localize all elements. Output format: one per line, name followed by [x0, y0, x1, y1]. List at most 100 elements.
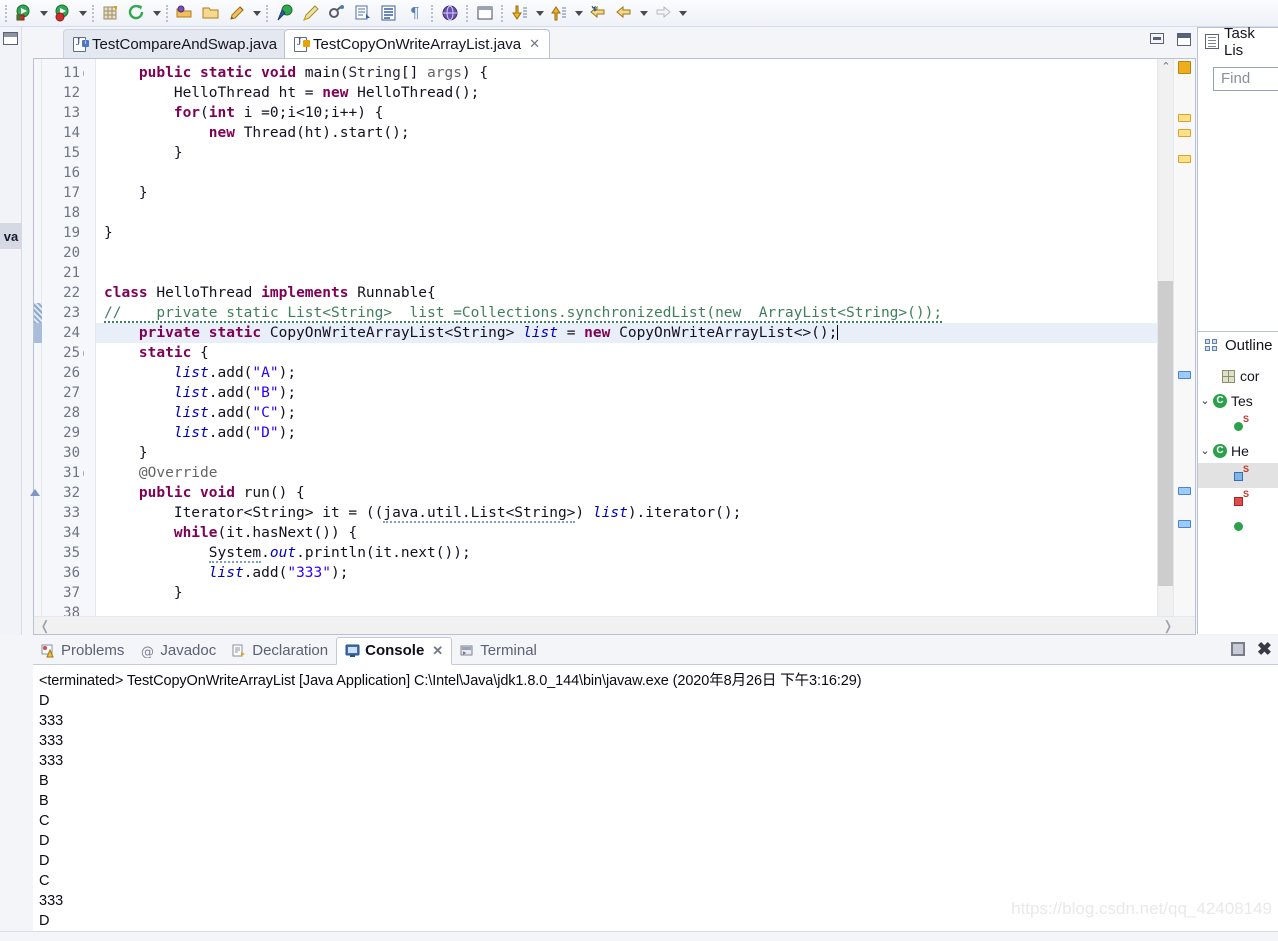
back-dropdown-arrow[interactable] [637, 1, 650, 25]
scrollbar-thumb[interactable] [1158, 281, 1174, 586]
code-line[interactable]: @Override [96, 463, 1157, 483]
code-line[interactable]: // private static List<String> list =Col… [96, 303, 1157, 323]
warning-marker[interactable] [1178, 155, 1191, 163]
scroll-left-icon[interactable]: ❬ [36, 617, 54, 635]
debug-button[interactable] [50, 1, 76, 25]
code-line[interactable]: static { [96, 343, 1157, 363]
outline-row[interactable]: ⌄ C Tes [1198, 388, 1278, 413]
occurrence-marker[interactable] [1178, 487, 1191, 495]
editor-horizontal-scrollbar[interactable]: ❬ ❭ [34, 616, 1195, 634]
close-console-button[interactable]: ✖ [1257, 640, 1272, 658]
outline-row[interactable]: cor [1198, 363, 1278, 388]
minimize-console-button[interactable] [1230, 642, 1245, 656]
restore-view-icon[interactable] [3, 32, 18, 45]
new-class-icon[interactable] [98, 1, 124, 25]
close-icon[interactable]: ✕ [529, 36, 540, 52]
console-tab-terminal[interactable]: Terminal [452, 637, 545, 665]
code-line[interactable] [96, 243, 1157, 263]
editor-tab-testcompareandswap[interactable]: i TestCompareAndSwap.java [63, 29, 288, 59]
outline-tree[interactable]: cor ⌄ C Tes S ⌄ C He S S [1198, 359, 1278, 538]
scroll-right-icon[interactable]: ❭ [1159, 617, 1177, 635]
pilcrow-icon[interactable]: ¶ [402, 1, 428, 25]
tree-twisty-icon[interactable]: ⌄ [1198, 394, 1212, 407]
code-line[interactable]: list.add("B"); [96, 383, 1157, 403]
code-token: ); [331, 565, 349, 581]
code-line[interactable]: } [96, 443, 1157, 463]
occurrence-marker[interactable] [1178, 371, 1191, 379]
previous-edit-dropdown-arrow[interactable] [533, 1, 546, 25]
overview-ruler[interactable] [1173, 59, 1195, 634]
warning-marker[interactable] [1178, 114, 1191, 122]
code-line[interactable]: class HelloThread implements Runnable{ [96, 283, 1157, 303]
console-tab-javadoc[interactable]: @ Javadoc [132, 637, 224, 665]
up-arrow-icon[interactable] [546, 1, 572, 25]
code-line[interactable]: } [96, 143, 1157, 163]
scroll-up-icon[interactable]: ⌃ [1158, 59, 1174, 76]
open-folder-icon[interactable] [172, 1, 198, 25]
back-arrow-star-icon[interactable] [585, 1, 611, 25]
code-line[interactable]: for(int i =0;i<10;i++) { [96, 103, 1157, 123]
close-icon[interactable]: ✕ [432, 643, 443, 659]
code-line[interactable]: Iterator<String> it = ((java.util.List<S… [96, 503, 1157, 523]
code-line[interactable]: public void run() { [96, 483, 1157, 503]
editor-vertical-scrollbar[interactable]: ⌃ ⌄ [1157, 59, 1174, 634]
outline-row[interactable]: S [1198, 413, 1278, 438]
annotation-icon[interactable] [272, 1, 298, 25]
code-text[interactable]: public static void main(String[] args) {… [96, 59, 1157, 634]
brush-icon[interactable] [298, 1, 324, 25]
code-line[interactable]: System.out.println(it.next()); [96, 543, 1157, 563]
outline-row[interactable]: S [1198, 488, 1278, 513]
external-tools-icon[interactable] [124, 1, 150, 25]
warning-marker[interactable] [1178, 129, 1191, 137]
code-line[interactable]: } [96, 223, 1157, 243]
minimize-editor-button[interactable] [1150, 33, 1164, 44]
code-line[interactable] [96, 163, 1157, 183]
run-dropdown-arrow[interactable] [37, 1, 50, 25]
tree-twisty-icon[interactable]: ⌄ [1198, 444, 1212, 457]
code-line[interactable]: list.add("333"); [96, 563, 1157, 583]
code-line[interactable]: while(it.hasNext()) { [96, 523, 1157, 543]
debug-dropdown-arrow[interactable] [76, 1, 89, 25]
code-line[interactable]: list.add("A"); [96, 363, 1157, 383]
code-line[interactable]: list.add("D"); [96, 423, 1157, 443]
task-find-input[interactable]: Find [1213, 67, 1278, 91]
editor-tab-testcopyonwritearraylist[interactable]: TestCopyOnWriteArrayList.java ✕ [284, 29, 551, 59]
code-editor[interactable]: 11 12 13 14 15 16 17 18 19 20 21 22 23 24 25 26 27 28 29 30… [30, 58, 1196, 635]
search-small-icon[interactable] [324, 1, 350, 25]
pencil-icon[interactable] [224, 1, 250, 25]
down-arrow-icon[interactable] [507, 1, 533, 25]
outline-row[interactable]: ⌄ C He [1198, 438, 1278, 463]
code-line[interactable]: } [96, 583, 1157, 603]
task-list-tab[interactable]: Task Lis [1197, 25, 1278, 59]
next-edit-dropdown-arrow[interactable] [572, 1, 585, 25]
forward-arrow-icon[interactable] [650, 1, 676, 25]
outline-row[interactable]: S [1198, 463, 1278, 488]
console-tab-problems[interactable]: Problems [33, 637, 132, 665]
console-tab-console[interactable]: Console ✕ [336, 636, 453, 665]
folder-icon[interactable] [198, 1, 224, 25]
outline-tab[interactable]: Outline [1197, 331, 1278, 359]
mark-occurrences-icon[interactable] [350, 1, 376, 25]
occurrence-marker[interactable] [1178, 520, 1191, 528]
console-tab-declaration[interactable]: Declaration [224, 637, 336, 665]
quick-fix-dropdown-arrow[interactable] [250, 1, 263, 25]
code-line[interactable]: list.add("C"); [96, 403, 1157, 423]
globe-icon[interactable] [437, 1, 463, 25]
outline-row[interactable] [1198, 513, 1278, 538]
code-line[interactable]: HelloThread ht = new HelloThread(); [96, 83, 1157, 103]
whitespace-icon[interactable] [376, 1, 402, 25]
code-line[interactable] [96, 263, 1157, 283]
code-line[interactable]: new Thread(ht).start(); [96, 123, 1157, 143]
code-line[interactable]: public static void main(String[] args) { [96, 63, 1157, 83]
forward-dropdown-arrow[interactable] [676, 1, 689, 25]
back-arrow-icon[interactable] [611, 1, 637, 25]
warning-marker[interactable] [1178, 61, 1191, 74]
code-line[interactable]: private static CopyOnWriteArrayList<Stri… [96, 323, 1157, 343]
code-line[interactable] [96, 203, 1157, 223]
collapsed-package-explorer-tab[interactable]: va [0, 223, 22, 249]
run-button[interactable] [11, 1, 37, 25]
external-tools-dropdown-arrow[interactable] [150, 1, 163, 25]
window-icon[interactable] [472, 1, 498, 25]
code-line[interactable]: } [96, 183, 1157, 203]
maximize-editor-button[interactable] [1177, 33, 1191, 46]
